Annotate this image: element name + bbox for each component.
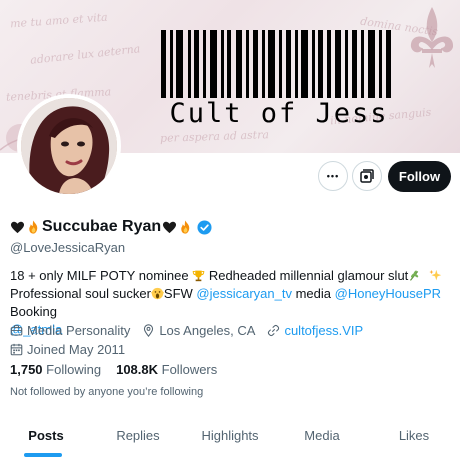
screaming-face-icon	[150, 287, 164, 300]
tab-media[interactable]: Media	[276, 420, 368, 460]
barcode-graphic	[161, 30, 391, 98]
black-heart-icon	[10, 221, 25, 233]
category-label: Media Personality	[27, 323, 131, 338]
subscribe-notifications-icon	[360, 169, 374, 183]
tab-replies[interactable]: Replies	[92, 420, 184, 460]
tab-likes[interactable]: Likes	[368, 420, 460, 460]
banner-title: Cult of Jess	[169, 98, 389, 129]
display-name: Succubae Ryan	[42, 218, 162, 235]
bio-text: 18 + only MILF POTY nominee	[10, 268, 193, 283]
more-options-button[interactable]: •••	[318, 161, 348, 191]
following-count: 1,750	[10, 362, 43, 377]
display-name-row: Succubae Ryan	[10, 218, 212, 236]
following-stat[interactable]: 1,750 Following	[10, 362, 101, 377]
subscribe-notifications-button[interactable]	[352, 161, 382, 191]
website-item[interactable]: cultofjess.VIP	[267, 322, 363, 339]
joined-date: Joined May 2011	[27, 342, 126, 357]
link-icon	[268, 324, 280, 337]
verified-badge-icon[interactable]	[197, 219, 212, 235]
profile-meta: Media Personality Los Angeles, CA cultof…	[10, 322, 371, 358]
followers-label: Followers	[161, 362, 218, 377]
location-label: Los Angeles, CA	[159, 323, 256, 338]
joined-item: Joined May 2011	[10, 341, 125, 358]
followed-by-text: Not followed by anyone you’re following	[10, 386, 204, 398]
follow-button[interactable]: Follow	[388, 161, 451, 192]
banner-script-text: me tu amo et vita	[9, 10, 109, 31]
calendar-icon	[10, 343, 23, 356]
location-item: Los Angeles, CA	[142, 322, 255, 339]
followers-count: 108.8K	[116, 362, 159, 377]
black-heart-icon	[163, 221, 177, 233]
fire-icon	[29, 220, 38, 234]
fleur-de-lis-ornament	[410, 7, 454, 68]
bio-text: Redheaded millennial glamour slut	[205, 268, 409, 283]
profile-handle: @LoveJessicaRyan	[10, 240, 126, 255]
following-label: Following	[46, 362, 102, 377]
bio-text: SFW	[163, 286, 197, 301]
profile-tabs: Posts Replies Highlights Media Likes	[0, 420, 460, 460]
herb-icon	[410, 270, 419, 281]
active-tab-indicator	[24, 453, 62, 457]
banner-script-text: per aspera ad astra	[159, 128, 270, 145]
website-link[interactable]: cultofjess.VIP	[284, 322, 363, 339]
bio-mention-link[interactable]: @HoneyHousePR	[335, 286, 441, 301]
follow-stats: 1,750 Following 108.8K Followers	[10, 362, 217, 377]
profile-avatar[interactable]	[17, 94, 121, 198]
bio-mention-link[interactable]: @jessicaryan_tv	[196, 286, 292, 301]
location-pin-icon	[144, 324, 154, 337]
followers-stat[interactable]: 108.8K Followers	[116, 362, 217, 377]
fire-icon	[181, 220, 190, 234]
category-item: Media Personality	[10, 322, 130, 339]
briefcase-icon	[10, 325, 23, 336]
bio-text: media	[291, 286, 335, 301]
sparkles-icon	[429, 269, 442, 281]
avatar-portrait	[21, 98, 117, 194]
bio-text: Booking	[10, 304, 57, 319]
bio-text: Professional soul sucker	[10, 286, 151, 301]
trophy-icon	[192, 270, 205, 282]
banner-script-text: adorare lux aeterna	[29, 42, 141, 67]
tab-highlights[interactable]: Highlights	[184, 420, 276, 460]
